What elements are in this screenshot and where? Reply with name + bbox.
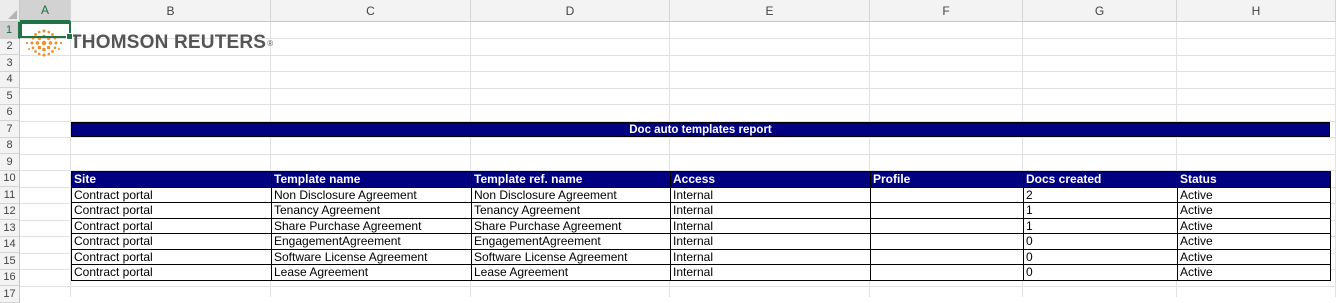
cell-profile[interactable] bbox=[870, 233, 1024, 250]
cell-template-ref-name[interactable]: EngagementAgreement bbox=[471, 233, 671, 250]
column-header-g[interactable]: G bbox=[1023, 0, 1177, 22]
cell-profile[interactable] bbox=[870, 186, 1024, 203]
selected-cell-a1[interactable] bbox=[20, 22, 73, 40]
cell-docs-created[interactable]: 1 bbox=[1023, 202, 1178, 219]
column-header-h[interactable]: H bbox=[1177, 0, 1336, 22]
report-table: Site Template name Template ref. name Ac… bbox=[71, 171, 1331, 281]
row-header-12[interactable]: 12 bbox=[0, 203, 20, 220]
cell-site[interactable]: Contract portal bbox=[71, 248, 272, 265]
header-status[interactable]: Status bbox=[1177, 171, 1331, 188]
cell-site[interactable]: Contract portal bbox=[71, 186, 272, 203]
cell-docs-created[interactable]: 0 bbox=[1023, 233, 1178, 250]
logo-wordmark: THOMSON REUTERS bbox=[70, 32, 267, 53]
report-title-banner: Doc auto templates report bbox=[71, 122, 1330, 137]
cell-profile[interactable] bbox=[870, 217, 1024, 234]
cell-template-name[interactable]: Lease Agreement bbox=[271, 264, 472, 281]
cell-profile[interactable] bbox=[870, 202, 1024, 219]
select-all-button[interactable] bbox=[0, 0, 20, 22]
row-header-3[interactable]: 3 bbox=[0, 55, 20, 72]
cell-template-name[interactable]: Software License Agreement bbox=[271, 248, 472, 265]
cell-template-ref-name[interactable]: Tenancy Agreement bbox=[471, 202, 671, 219]
header-site[interactable]: Site bbox=[71, 171, 272, 188]
gridline bbox=[20, 286, 1336, 287]
cell-site[interactable]: Contract portal bbox=[71, 217, 272, 234]
row-header-7[interactable]: 7 bbox=[0, 121, 20, 138]
row-header-11[interactable]: 11 bbox=[0, 187, 20, 204]
column-header-d[interactable]: D bbox=[471, 0, 670, 22]
table-row: Contract portal Lease Agreement Lease Ag… bbox=[71, 264, 1331, 281]
header-access[interactable]: Access bbox=[670, 171, 871, 188]
column-headers: A B C D E F G H bbox=[20, 0, 1336, 22]
cell-access[interactable]: Internal bbox=[670, 186, 871, 203]
row-header-17[interactable]: 17 bbox=[0, 286, 20, 303]
table-header-row: Site Template name Template ref. name Ac… bbox=[71, 171, 1331, 188]
cell-template-ref-name[interactable]: Non Disclosure Agreement bbox=[471, 186, 671, 203]
header-template-ref-name[interactable]: Template ref. name bbox=[471, 171, 671, 188]
cell-site[interactable]: Contract portal bbox=[71, 202, 272, 219]
cell-access[interactable]: Internal bbox=[670, 264, 871, 281]
cell-status[interactable]: Active bbox=[1177, 233, 1331, 250]
row-headers: 1 2 3 4 5 6 7 8 9 10 11 12 13 14 15 16 1… bbox=[0, 22, 20, 303]
cell-access[interactable]: Internal bbox=[670, 202, 871, 219]
cell-profile[interactable] bbox=[870, 264, 1024, 281]
table-row: Contract portal Share Purchase Agreement… bbox=[71, 217, 1331, 234]
column-header-c[interactable]: C bbox=[271, 0, 471, 22]
cell-template-ref-name[interactable]: Software License Agreement bbox=[471, 248, 671, 265]
column-header-b[interactable]: B bbox=[71, 0, 271, 22]
gridline bbox=[20, 71, 1336, 72]
cell-template-name[interactable]: Non Disclosure Agreement bbox=[271, 186, 472, 203]
table-row: Contract portal EngagementAgreement Enga… bbox=[71, 233, 1331, 250]
spreadsheet-grid[interactable]: A B C D E F G H 1 2 3 4 5 6 7 8 9 10 11 … bbox=[0, 0, 1336, 303]
cell-access[interactable]: Internal bbox=[670, 217, 871, 234]
cell-docs-created[interactable]: 0 bbox=[1023, 248, 1178, 265]
column-header-a[interactable]: A bbox=[20, 0, 71, 22]
gridline bbox=[20, 154, 1336, 155]
cell-status[interactable]: Active bbox=[1177, 248, 1331, 265]
cell-docs-created[interactable]: 1 bbox=[1023, 217, 1178, 234]
gridline bbox=[20, 104, 1336, 105]
fill-handle[interactable] bbox=[66, 33, 73, 40]
row-header-1[interactable]: 1 bbox=[0, 22, 20, 39]
select-all-triangle-icon bbox=[8, 10, 17, 19]
row-header-6[interactable]: 6 bbox=[0, 104, 20, 121]
cell-template-name[interactable]: Share Purchase Agreement bbox=[271, 217, 472, 234]
header-docs-created[interactable]: Docs created bbox=[1023, 171, 1178, 188]
cell-docs-created[interactable]: 2 bbox=[1023, 186, 1178, 203]
table-row: Contract portal Tenancy Agreement Tenanc… bbox=[71, 202, 1331, 219]
row-header-8[interactable]: 8 bbox=[0, 137, 20, 154]
row-header-13[interactable]: 13 bbox=[0, 220, 20, 237]
cell-template-name[interactable]: EngagementAgreement bbox=[271, 233, 472, 250]
cell-site[interactable]: Contract portal bbox=[71, 233, 272, 250]
column-header-e[interactable]: E bbox=[670, 0, 870, 22]
gridline bbox=[20, 88, 1336, 89]
row-header-16[interactable]: 16 bbox=[0, 269, 20, 286]
row-header-15[interactable]: 15 bbox=[0, 253, 20, 270]
gridline bbox=[20, 137, 1336, 138]
cell-status[interactable]: Active bbox=[1177, 264, 1331, 281]
logo-registered-mark: ® bbox=[267, 38, 274, 48]
row-header-5[interactable]: 5 bbox=[0, 88, 20, 105]
table-row: Contract portal Software License Agreeme… bbox=[71, 248, 1331, 265]
cell-site[interactable]: Contract portal bbox=[71, 264, 272, 281]
cell-profile[interactable] bbox=[870, 248, 1024, 265]
column-header-f[interactable]: F bbox=[870, 0, 1023, 22]
cell-access[interactable]: Internal bbox=[670, 248, 871, 265]
cell-access[interactable]: Internal bbox=[670, 233, 871, 250]
table-row: Contract portal Non Disclosure Agreement… bbox=[71, 186, 1331, 203]
row-header-10[interactable]: 10 bbox=[0, 170, 20, 187]
row-header-14[interactable]: 14 bbox=[0, 236, 20, 253]
cell-status[interactable]: Active bbox=[1177, 186, 1331, 203]
header-template-name[interactable]: Template name bbox=[271, 171, 472, 188]
row-header-2[interactable]: 2 bbox=[0, 38, 20, 55]
cell-template-ref-name[interactable]: Lease Agreement bbox=[471, 264, 671, 281]
cell-status[interactable]: Active bbox=[1177, 202, 1331, 219]
row-header-4[interactable]: 4 bbox=[0, 71, 20, 88]
cell-template-ref-name[interactable]: Share Purchase Agreement bbox=[471, 217, 671, 234]
cell-docs-created[interactable]: 0 bbox=[1023, 264, 1178, 281]
header-profile[interactable]: Profile bbox=[870, 171, 1024, 188]
cell-template-name[interactable]: Tenancy Agreement bbox=[271, 202, 472, 219]
cell-status[interactable]: Active bbox=[1177, 217, 1331, 234]
row-header-9[interactable]: 9 bbox=[0, 154, 20, 171]
